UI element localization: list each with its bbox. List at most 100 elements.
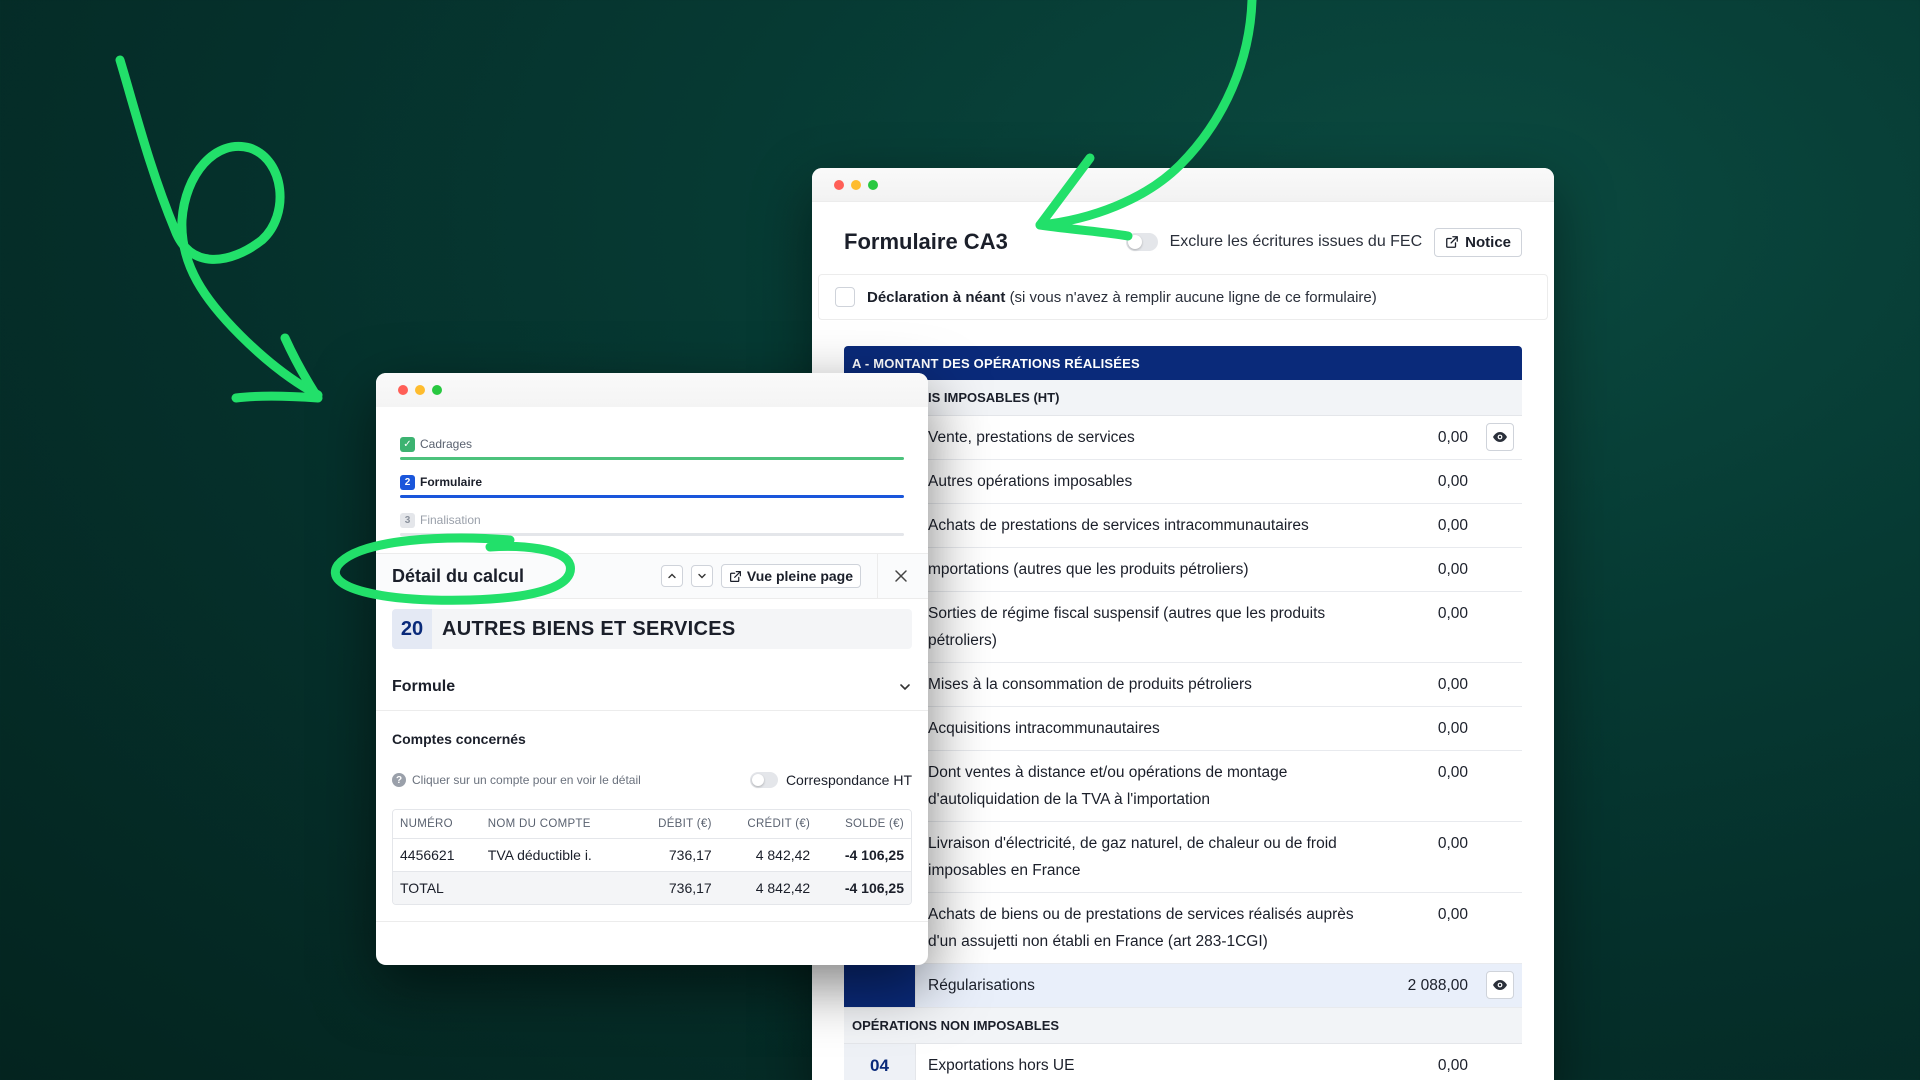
form-row[interactable]: Mises à la consommation de produits pétr… [844, 663, 1522, 707]
full-page-button[interactable]: Vue pleine page [720, 564, 861, 588]
taxable-rows: Vente, prestations de services 0,00 Autres… [844, 416, 1522, 1008]
row-amount[interactable]: 0,00 [1368, 1044, 1478, 1080]
close-window-button[interactable] [398, 385, 408, 395]
col-solde: SOLDE (€) [817, 810, 911, 839]
next-button[interactable] [690, 565, 713, 587]
view-detail-button[interactable] [1486, 423, 1514, 451]
exclude-fec-toggle[interactable] [1125, 233, 1158, 251]
form-header: Formulaire CA3 Exclure les écritures iss… [844, 220, 1522, 264]
row-actions [1478, 416, 1522, 459]
line-code: 20 [392, 609, 432, 649]
line-title: 20 AUTRES BIENS ET SERVICES [392, 609, 912, 649]
row-amount[interactable]: 0,00 [1368, 416, 1478, 459]
row-label: Achats de biens ou de prestations de ser… [928, 906, 1354, 950]
external-link-icon [729, 570, 741, 582]
stepper: ✓ Cadrages 2 Formulaire 3 Finalisation [400, 425, 904, 539]
form-row[interactable]: Sorties de régime fiscal suspensif (autr… [844, 592, 1522, 663]
window-controls [398, 385, 906, 395]
form-row[interactable]: Vente, prestations de services 0,00 [844, 416, 1522, 460]
total-credit: 4 842,42 [718, 871, 818, 904]
row-amount[interactable]: 0,00 [1368, 822, 1478, 892]
notice-label: Notice [1465, 233, 1511, 251]
row-amount[interactable]: 0,00 [1368, 548, 1478, 591]
row-actions [1478, 460, 1522, 503]
help-icon: ? [392, 773, 406, 787]
row-amount[interactable]: 2 088,00 [1368, 964, 1478, 1007]
curly-arrowhead-icon [231, 333, 323, 403]
row-amount[interactable]: 0,00 [1368, 592, 1478, 662]
form-row[interactable]: Régularisations 2 088,00 [844, 964, 1522, 1008]
section-a-header: A - MONTANT DES OPÉRATIONS RÉALISÉES [844, 346, 1522, 380]
notice-button[interactable]: Notice [1434, 227, 1522, 257]
form-row[interactable]: Dont ventes à distance et/ou opérations … [844, 751, 1522, 822]
form-row[interactable]: Acquisitions intracommunautaires 0,00 [844, 707, 1522, 751]
col-numero: NUMÉRO [393, 810, 481, 839]
declaration-neant-row: Déclaration à néant (si vous n'avez à re… [818, 274, 1548, 320]
detail-toolbar: Détail du calcul Vue pleine page [376, 553, 928, 599]
declaration-neant-checkbox[interactable] [835, 287, 855, 307]
accounts-hint-row: ? Cliquer sur un compte pour en voir le … [392, 769, 912, 791]
nontaxable-operations-header: OPÉRATIONS NON IMPOSABLES [844, 1008, 1522, 1044]
table-total-row: TOTAL 736,17 4 842,42 -4 106,25 [393, 871, 911, 904]
row-actions [1478, 663, 1522, 706]
maximize-window-button[interactable] [868, 180, 878, 190]
taxable-operations-header: IS IMPOSABLES (HT) [844, 380, 1522, 416]
formula-accordion[interactable]: Formule [376, 663, 928, 711]
step-progress-bar [400, 457, 904, 460]
declaration-neant-rest: (si vous n'avez à remplir aucune ligne d… [1009, 288, 1377, 306]
form-row[interactable]: Autres opérations imposables 0,00 [844, 460, 1522, 504]
step-label: Cadrages [420, 437, 473, 451]
col-credit: CRÉDIT (€) [718, 810, 818, 839]
table-row[interactable]: 4456621 TVA déductible i. 736,17 4 842,4… [393, 838, 911, 872]
correspondance-label: Correspondance HT [785, 772, 912, 788]
row-amount[interactable]: 0,00 [1368, 663, 1478, 706]
header-controls: Exclure les écritures issues du FEC Noti… [1125, 227, 1522, 257]
row-amount[interactable]: 0,00 [1368, 751, 1478, 821]
row-actions [1478, 964, 1522, 1007]
row-label: Vente, prestations de services [928, 429, 1135, 446]
close-window-button[interactable] [834, 180, 844, 190]
form-row[interactable]: mportations (autres que les produits pét… [844, 548, 1522, 592]
exclude-fec-label: Exclure les écritures issues du FEC [1169, 233, 1423, 250]
form-row[interactable]: 04 Exportations hors UE 0,00 [844, 1044, 1522, 1080]
accounts-table: NUMÉRO NOM DU COMPTE DÉBIT (€) CRÉDIT (€… [392, 809, 912, 905]
col-nom: NOM DU COMPTE [480, 810, 633, 839]
correspondance-toggle[interactable] [749, 772, 778, 788]
maximize-window-button[interactable] [432, 385, 442, 395]
col-debit: DÉBIT (€) [632, 810, 719, 839]
row-amount[interactable]: 0,00 [1368, 893, 1478, 963]
close-detail-button[interactable] [890, 565, 912, 587]
row-label: Mises à la consommation de produits pétr… [928, 676, 1252, 693]
chevron-down-icon [900, 683, 910, 690]
step-cadrages[interactable]: ✓ Cadrages [400, 425, 904, 463]
step-formulaire[interactable]: 2 Formulaire [400, 463, 904, 501]
window-controls [834, 180, 1532, 190]
eye-icon [1493, 980, 1507, 990]
form-row[interactable]: Achats de biens ou de prestations de ser… [844, 893, 1522, 964]
previous-button[interactable] [660, 565, 683, 587]
minimize-window-button[interactable] [851, 180, 861, 190]
accounts-hint: Cliquer sur un compte pour en voir le dé… [412, 773, 641, 787]
row-actions [1478, 1044, 1522, 1080]
view-detail-button[interactable] [1486, 971, 1514, 999]
cell-debit: 736,17 [632, 838, 719, 872]
form-row[interactable]: Livraison d'électricité, de gaz naturel,… [844, 822, 1522, 893]
check-icon: ✓ [400, 436, 415, 452]
row-actions [1478, 893, 1522, 963]
minimize-window-button[interactable] [415, 385, 425, 395]
row-amount[interactable]: 0,00 [1368, 460, 1478, 503]
divider [877, 553, 878, 599]
formula-label: Formule [392, 677, 456, 695]
detail-footer [376, 921, 928, 922]
step-number: 3 [400, 512, 415, 528]
step-finalisation[interactable]: 3 Finalisation [400, 501, 904, 539]
row-label: Exportations hors UE [928, 1057, 1075, 1074]
detail-title: Détail du calcul [392, 565, 525, 586]
nontaxable-rows: 04Exportations hors UE0,0005Autres opéra… [844, 1044, 1522, 1080]
chevron-up-icon [668, 573, 676, 579]
row-amount[interactable]: 0,00 [1368, 707, 1478, 750]
form-row[interactable]: Achats de prestations de services intrac… [844, 504, 1522, 548]
cell-nom: TVA déductible i. [480, 838, 633, 872]
page-title: Formulaire CA3 [844, 229, 1008, 254]
row-amount[interactable]: 0,00 [1368, 504, 1478, 547]
